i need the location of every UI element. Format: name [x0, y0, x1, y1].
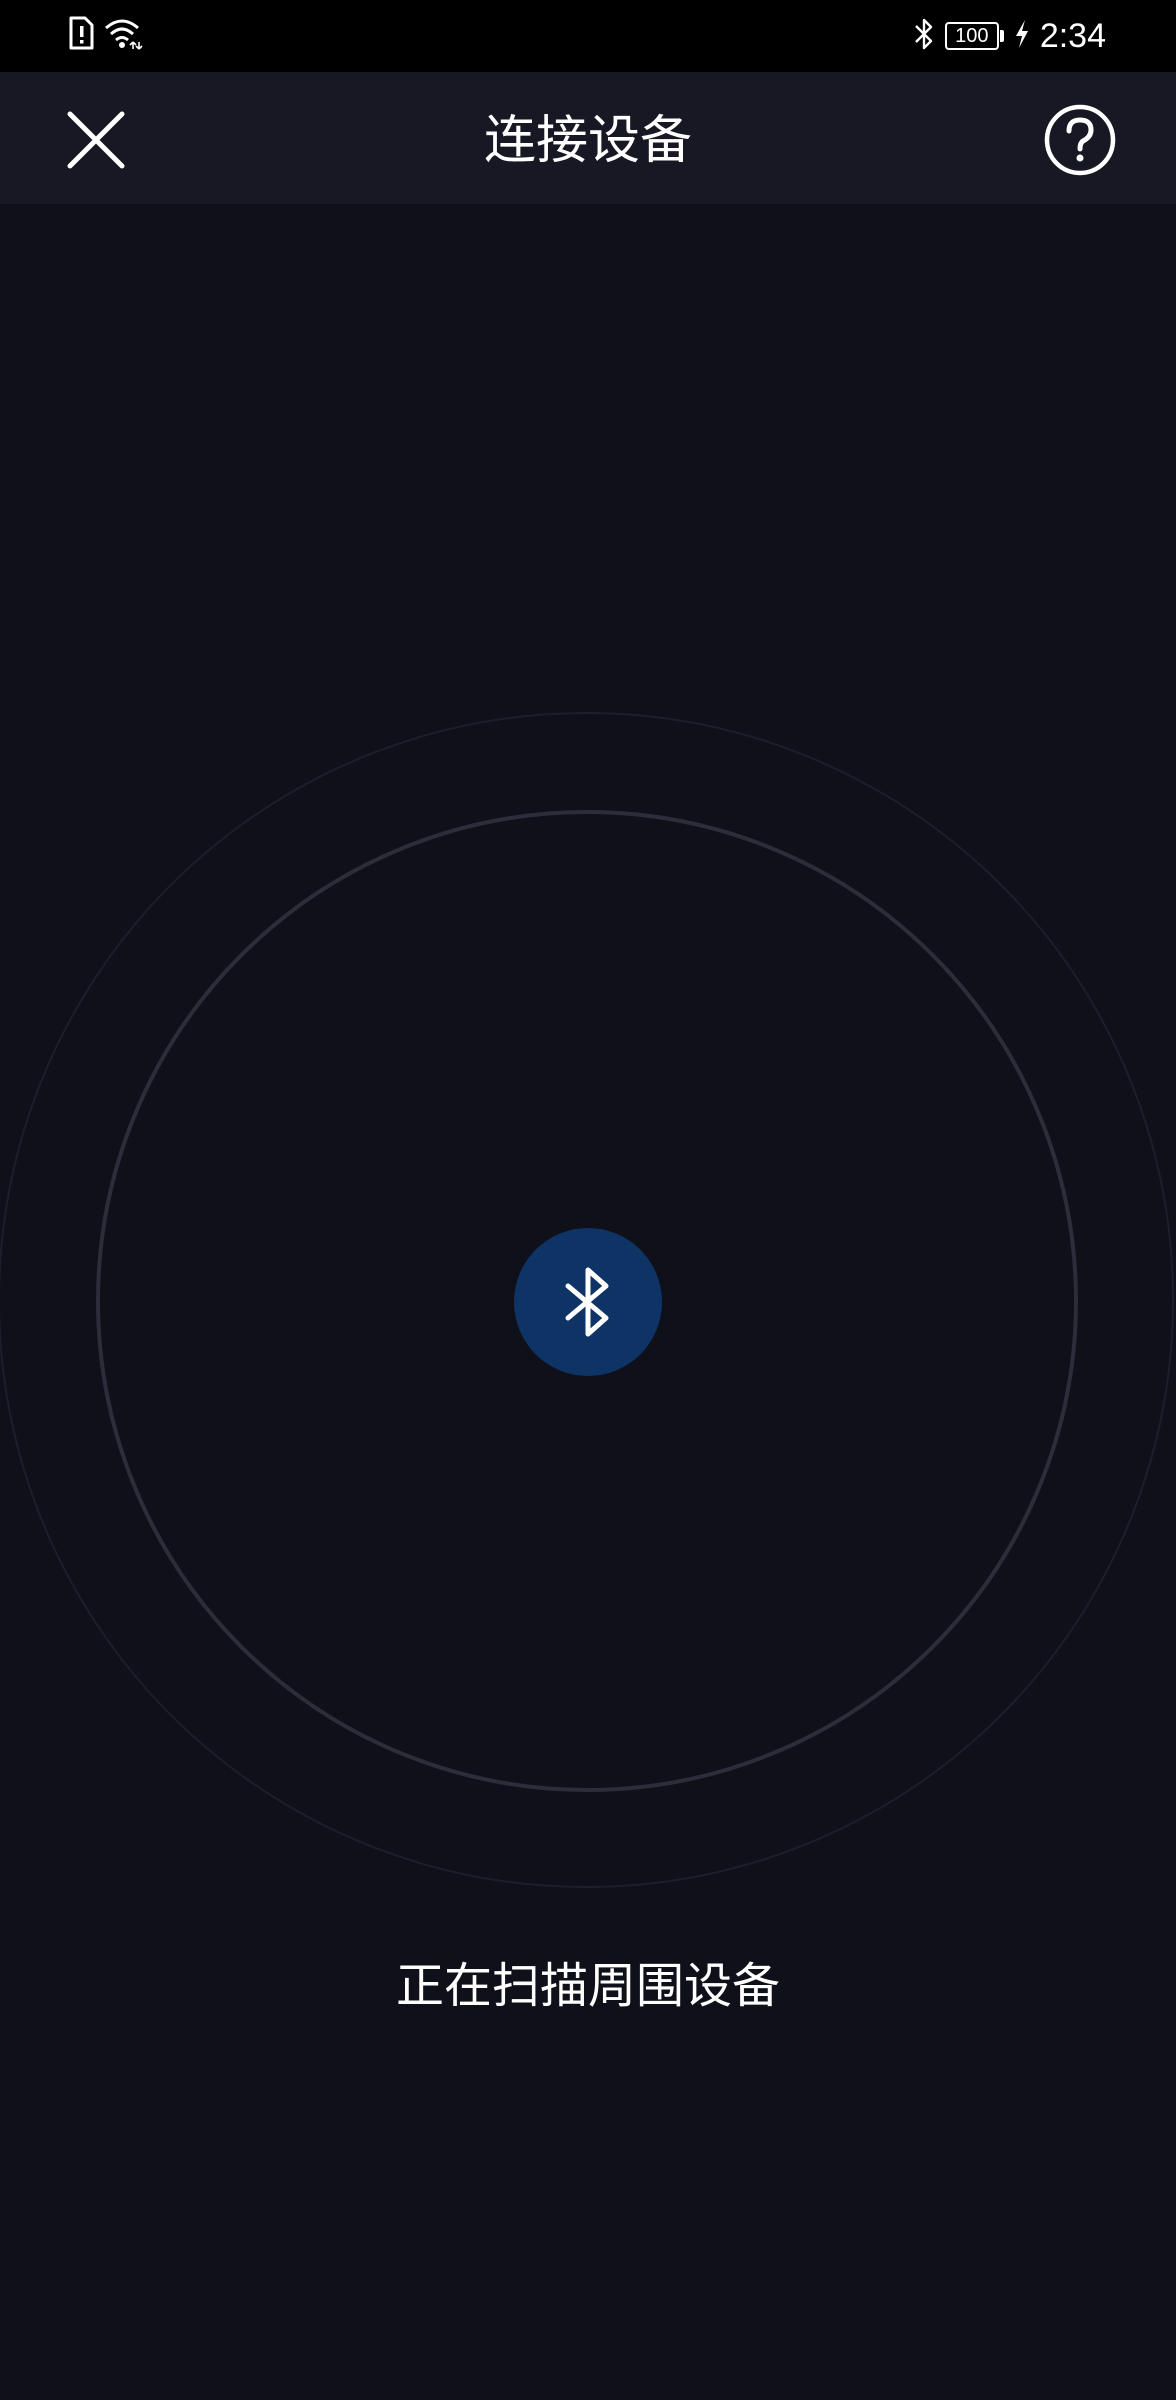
- status-bar: 100 2:34: [0, 0, 1176, 72]
- status-bar-left: [68, 16, 144, 54]
- help-button[interactable]: [1040, 100, 1120, 180]
- connect-device-screen: 100 2:34 连接设备 正在扫描周围设备: [0, 0, 1176, 2400]
- bluetooth-icon: [565, 1267, 609, 1337]
- close-icon: [67, 111, 125, 169]
- battery-level: 100: [944, 22, 999, 50]
- scan-status-text: 正在扫描周围设备: [395, 1958, 780, 2014]
- header: 连接设备: [0, 72, 1176, 204]
- sim-alert-icon: [68, 16, 94, 54]
- status-bar-right: 100 2:34: [913, 12, 1106, 60]
- help-icon: [1044, 104, 1116, 176]
- battery-icon: 100: [944, 22, 1004, 50]
- charging-icon: [1014, 19, 1030, 53]
- close-button[interactable]: [56, 100, 136, 180]
- page-title: 连接设备: [483, 111, 692, 171]
- bluetooth-status-icon: [913, 17, 935, 55]
- wifi-icon: [104, 16, 144, 54]
- bluetooth-scan-indicator: [514, 1228, 662, 1376]
- status-time: 2:34: [1039, 17, 1106, 55]
